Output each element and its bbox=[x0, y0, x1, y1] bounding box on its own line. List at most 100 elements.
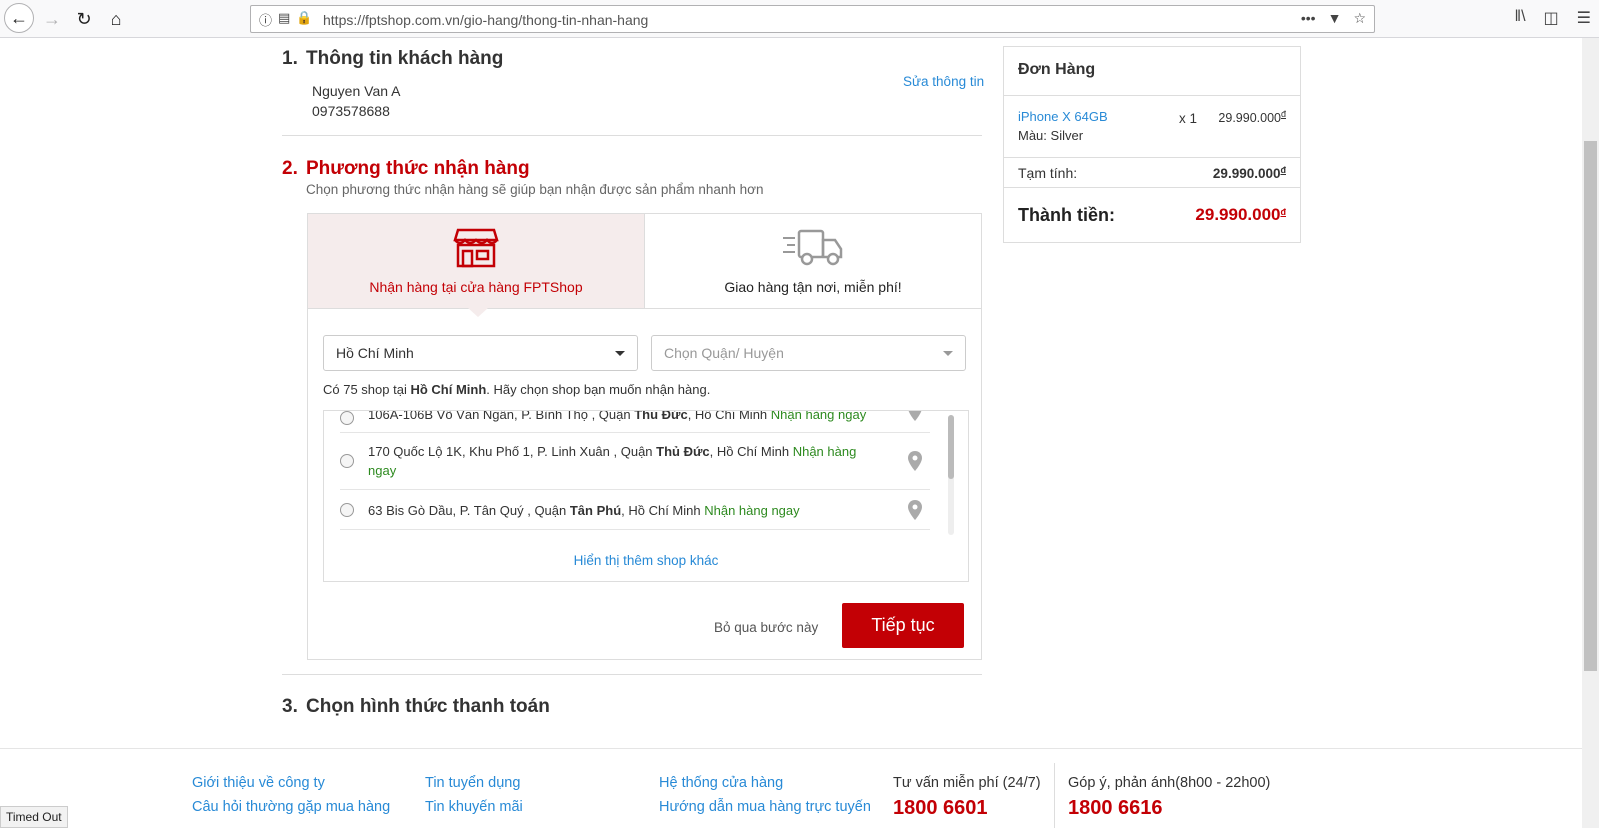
shop-district: Thủ Đức bbox=[656, 444, 710, 459]
product-color-label: Màu: bbox=[1018, 128, 1047, 143]
shop-list[interactable]: 106A-106B Võ Văn Ngân, P. Bình Thọ , Quậ… bbox=[323, 410, 969, 582]
forward-button[interactable]: → bbox=[38, 5, 66, 33]
footer-link-stores[interactable]: Hệ thống cửa hàng bbox=[659, 775, 783, 791]
district-select-placeholder: Chọn Quận/ Huyện bbox=[664, 345, 784, 361]
feedback-number[interactable]: 1800 6616 bbox=[1068, 797, 1163, 820]
shop-street: 106A-106B Võ Văn Ngân, P. Bình Thọ , Quậ… bbox=[368, 410, 635, 422]
footer-link-careers[interactable]: Tin tuyển dụng bbox=[425, 775, 520, 791]
permissions-icon[interactable]: ▤ bbox=[278, 10, 290, 29]
reload-button[interactable]: ↻ bbox=[70, 5, 98, 33]
product-price: 29.990.000đ bbox=[1218, 109, 1286, 125]
pocket-icon[interactable]: ▼ bbox=[1328, 10, 1342, 27]
product-name-link[interactable]: iPhone X 64GB bbox=[1018, 109, 1108, 124]
bookmark-star-icon[interactable]: ☆ bbox=[1353, 10, 1366, 27]
active-tab-arrow bbox=[468, 308, 488, 317]
section-title-text: Thông tin khách hàng bbox=[306, 48, 504, 69]
tab-ship-label: Giao hàng tận nơi, miễn phí! bbox=[724, 279, 902, 295]
section-number: 1. bbox=[282, 48, 298, 69]
footer-link-faq[interactable]: Câu hỏi thường gặp mua hàng bbox=[192, 799, 390, 815]
tab-store-pickup[interactable]: Nhận hàng tại cửa hàng FPTShop bbox=[308, 214, 645, 317]
page-scrollbar[interactable] bbox=[1582, 38, 1599, 828]
divider bbox=[1004, 157, 1300, 158]
checkout-page: 1. Thông tin khách hàng Nguyen Van A 0973… bbox=[0, 38, 1582, 828]
product-color: Màu: Silver bbox=[1018, 128, 1083, 143]
shop-radio[interactable] bbox=[340, 503, 354, 517]
page-actions-icon[interactable]: ••• bbox=[1301, 10, 1316, 27]
shop-count-city: Hồ Chí Minh bbox=[410, 382, 487, 397]
url-text[interactable]: https://fptshop.com.vn/gio-hang/thong-ti… bbox=[323, 12, 648, 28]
shop-radio[interactable] bbox=[340, 411, 354, 425]
footer: Giới thiệu về công ty Câu hỏi thường gặp… bbox=[0, 748, 1582, 828]
order-title: Đơn Hàng bbox=[1018, 61, 1096, 78]
footer-link-guide[interactable]: Hướng dẫn mua hàng trực tuyến bbox=[659, 799, 871, 815]
section-delivery-title: 2. Phương thức nhận hàng bbox=[282, 158, 530, 180]
currency-symbol: đ bbox=[1280, 165, 1287, 175]
shop-district: Thủ Đức bbox=[634, 410, 688, 422]
footer-link-promotions[interactable]: Tin khuyến mãi bbox=[425, 799, 523, 815]
show-more-shops-link[interactable]: Hiển thị thêm shop khác bbox=[324, 553, 968, 568]
subtotal-label: Tạm tính: bbox=[1018, 165, 1078, 181]
divider bbox=[282, 674, 982, 675]
list-item[interactable]: 170 Quốc Lộ 1K, Khu Phố 1, P. Linh Xuân … bbox=[340, 433, 930, 490]
shop-city: , Hồ Chí Minh bbox=[687, 410, 771, 422]
footer-link-about[interactable]: Giới thiệu về công ty bbox=[192, 775, 325, 791]
shop-count-suffix: . Hãy chọn shop bạn muốn nhận hàng. bbox=[486, 382, 711, 397]
continue-button[interactable]: Tiếp tục bbox=[842, 603, 964, 648]
skip-step-link[interactable]: Bỏ qua bước này bbox=[714, 620, 818, 635]
footer-divider bbox=[1054, 763, 1055, 828]
divider bbox=[1004, 187, 1300, 188]
shop-district: Tân Phú bbox=[569, 503, 622, 518]
tab-home-delivery[interactable]: Giao hàng tận nơi, miễn phí! bbox=[645, 214, 981, 309]
shop-list-scroll-thumb[interactable] bbox=[948, 415, 954, 479]
section-payment-title[interactable]: 3. Chọn hình thức thanh toán bbox=[282, 696, 550, 718]
map-pin-icon[interactable] bbox=[908, 451, 922, 471]
customer-name: Nguyen Van A bbox=[312, 83, 401, 99]
subtotal-amount: 29.990.000 bbox=[1212, 166, 1281, 181]
chevron-down-icon bbox=[943, 351, 953, 356]
address-bar[interactable]: ⓘ ▤ 🔒 https://fptshop.com.vn/gio-hang/th… bbox=[250, 5, 1375, 33]
section-title-text: Chọn hình thức thanh toán bbox=[306, 696, 550, 717]
status-bar: Timed Out bbox=[0, 806, 68, 828]
delivery-method-box: Nhận hàng tại cửa hàng FPTShop Giao hàng… bbox=[307, 213, 982, 660]
section-title-text: Phương thức nhận hàng bbox=[306, 158, 530, 179]
library-icon[interactable]: ‖\ bbox=[1514, 8, 1525, 28]
lock-icon[interactable]: 🔒 bbox=[296, 10, 312, 29]
district-select[interactable]: Chọn Quận/ Huyện bbox=[651, 335, 966, 371]
shop-list-scrollbar[interactable] bbox=[948, 415, 954, 535]
delivery-truck-icon bbox=[783, 229, 843, 266]
map-pin-icon[interactable] bbox=[908, 500, 922, 520]
list-item[interactable]: 106A-106B Võ Văn Ngân, P. Bình Thọ , Quậ… bbox=[340, 410, 930, 433]
city-select-value: Hồ Chí Minh bbox=[336, 345, 414, 361]
shop-street: 63 Bis Gò Dầu, P. Tân Quý , Quận bbox=[368, 503, 570, 518]
shop-city: , Hồ Chí Minh bbox=[621, 503, 705, 518]
hotline-label: Tư vấn miễn phí (24/7) bbox=[893, 775, 1041, 791]
shop-status: Nhận hàng ngay bbox=[704, 503, 800, 518]
hotline-number[interactable]: 1800 6601 bbox=[893, 797, 988, 820]
menu-icon[interactable]: ☰ bbox=[1577, 8, 1591, 28]
page-scroll-thumb[interactable] bbox=[1584, 141, 1597, 671]
divider bbox=[282, 135, 982, 136]
product-color-value: Silver bbox=[1050, 128, 1084, 143]
shop-address: 170 Quốc Lộ 1K, Khu Phố 1, P. Linh Xuân … bbox=[368, 442, 868, 480]
home-button[interactable]: ⌂ bbox=[102, 5, 130, 33]
shop-address: 63 Bis Gò Dầu, P. Tân Quý , Quận Tân Phú… bbox=[368, 501, 868, 520]
store-icon bbox=[453, 228, 499, 268]
back-button[interactable]: ← bbox=[4, 3, 34, 33]
info-icon[interactable]: ⓘ bbox=[259, 10, 272, 29]
list-item[interactable]: 63 Bis Gò Dầu, P. Tân Quý , Quận Tân Phú… bbox=[340, 490, 930, 530]
shop-address: 106A-106B Võ Văn Ngân, P. Bình Thọ , Quậ… bbox=[368, 410, 908, 424]
divider bbox=[1004, 95, 1300, 96]
currency-symbol: đ bbox=[1280, 109, 1286, 119]
chevron-down-icon bbox=[615, 351, 625, 356]
shop-status: Nhận hàng ngay bbox=[770, 410, 867, 422]
product-quantity: x 1 bbox=[1179, 111, 1198, 126]
customer-phone: 0973578688 bbox=[312, 103, 390, 119]
sidebar-icon[interactable]: ◫ bbox=[1544, 8, 1559, 28]
edit-info-link[interactable]: Sửa thông tin bbox=[903, 74, 984, 89]
shop-radio[interactable] bbox=[340, 454, 354, 468]
shop-count-prefix: Có 75 shop tại bbox=[323, 382, 411, 397]
url-security-icons: ⓘ ▤ 🔒 bbox=[259, 10, 313, 29]
total-value: 29.990.000đ bbox=[1195, 205, 1286, 225]
city-select[interactable]: Hồ Chí Minh bbox=[323, 335, 638, 371]
map-pin-icon[interactable] bbox=[908, 410, 922, 421]
